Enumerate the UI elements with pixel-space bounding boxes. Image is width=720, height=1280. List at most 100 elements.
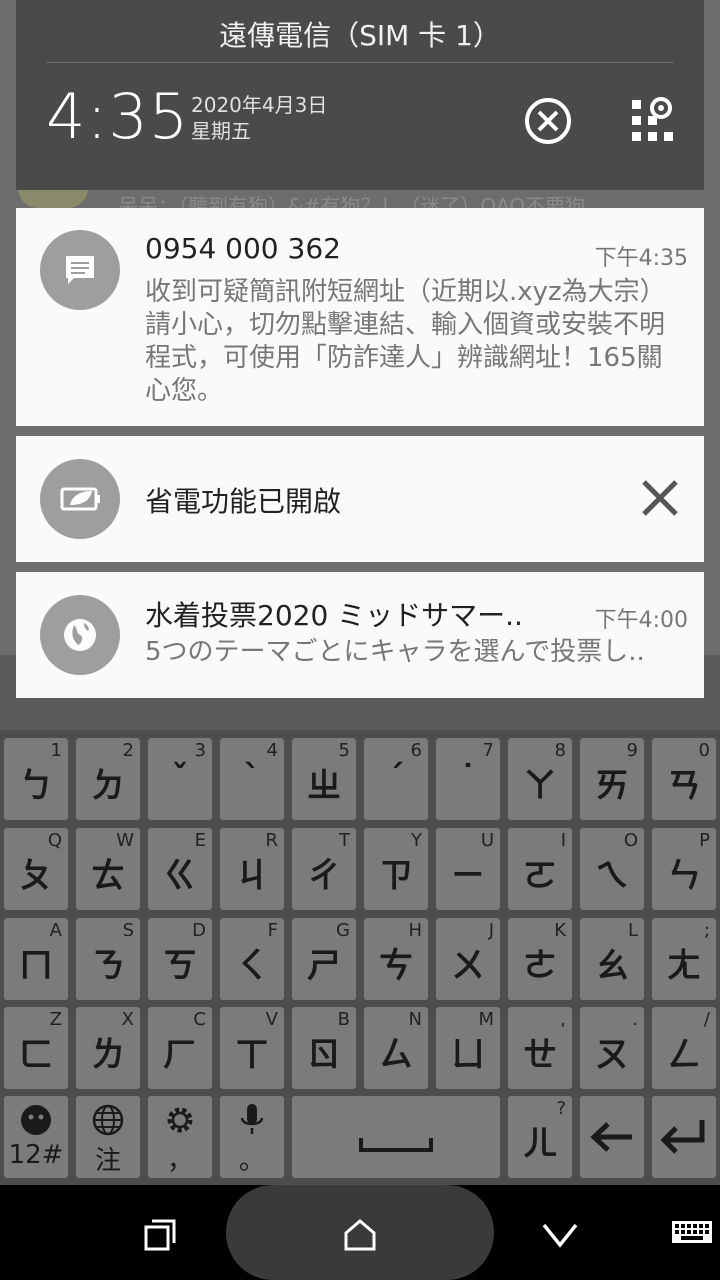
back-button[interactable] — [540, 1215, 580, 1255]
key-7[interactable]: ˙ 7 — [436, 738, 500, 820]
key-hint: 4 — [266, 740, 278, 761]
key-P[interactable]: ㄣP — [652, 828, 716, 910]
key-A[interactable]: ㄇA — [4, 918, 68, 1000]
quick-settings-button[interactable] — [628, 96, 678, 146]
key-label: ㄞ — [595, 766, 629, 806]
voice-input-key[interactable]: 。 — [220, 1096, 284, 1178]
key-V[interactable]: ㄒV — [220, 1007, 284, 1089]
keyboard-switch-button[interactable] — [670, 1215, 714, 1255]
recents-button[interactable] — [140, 1215, 180, 1255]
notification-title: 省電功能已開啟 — [145, 485, 342, 518]
date-block[interactable]: 2020年4月3日 星期五 — [191, 92, 327, 144]
key-M[interactable]: ㄩM — [436, 1007, 500, 1089]
key-4[interactable]: ˋ4 — [220, 738, 284, 820]
key-I[interactable]: ㄛI — [508, 828, 572, 910]
key-3[interactable]: ˇ3 — [148, 738, 212, 820]
emoji-key[interactable]: 12# — [4, 1096, 68, 1178]
key-hint: Y — [411, 830, 422, 851]
key-0[interactable]: ㄢ0 — [652, 738, 716, 820]
key-G[interactable]: ㄕG — [292, 918, 356, 1000]
quick-settings-grid-icon — [632, 97, 673, 141]
key-/[interactable]: ㄥ / — [652, 1007, 716, 1089]
key-hint: . — [632, 1009, 638, 1030]
notification-power-saving[interactable]: 省電功能已開啟 — [16, 436, 704, 562]
key-8[interactable]: ㄚ8 — [508, 738, 572, 820]
key-label: ㄛ — [523, 856, 557, 896]
key-label: ㄟ — [595, 856, 629, 896]
key-;[interactable]: ㄤ; — [652, 918, 716, 1000]
key-label: ㄠ — [595, 946, 629, 986]
key-hint: M — [478, 1009, 494, 1030]
key-K[interactable]: ㄜK — [508, 918, 572, 1000]
backspace-key[interactable] — [580, 1096, 644, 1178]
key-hint: R — [265, 830, 278, 851]
key-5[interactable]: ㄓ5 — [292, 738, 356, 820]
notification-game[interactable]: 水着投票2020 ミッドサマー.. 下午4:00 5つのテーマごとにキャラを選ん… — [16, 572, 704, 698]
key-Z[interactable]: ㄈZ — [4, 1007, 68, 1089]
key-.[interactable]: ㄡ. — [580, 1007, 644, 1089]
key-9[interactable]: ㄞ9 — [580, 738, 644, 820]
key-label: ㄑ — [235, 946, 269, 986]
key-hint: Q — [47, 830, 62, 851]
key-C[interactable]: ㄏC — [148, 1007, 212, 1089]
key-label: ㄍ — [163, 856, 197, 896]
key-E[interactable]: ㄍE — [148, 828, 212, 910]
key-hint: 3 — [194, 740, 206, 761]
key-label: ㄡ — [595, 1035, 629, 1075]
notification-sms[interactable]: 0954 000 362 下午4:35 收到可疑簡訊附短網址（近期以.xyz為大… — [16, 208, 704, 426]
key-W[interactable]: ㄊW — [76, 828, 140, 910]
navigation-bar — [0, 1185, 720, 1280]
dismiss-button[interactable] — [638, 476, 682, 520]
key-label: ㄨ — [451, 946, 485, 986]
key-F[interactable]: ㄑF — [220, 918, 284, 1000]
key-hint: 8 — [554, 740, 566, 761]
key-X[interactable]: ㄌX — [76, 1007, 140, 1089]
home-button[interactable] — [340, 1215, 380, 1255]
key-T[interactable]: ㄔT — [292, 828, 356, 910]
key-L[interactable]: ㄠL — [580, 918, 644, 1000]
close-icon — [642, 480, 678, 516]
key-hint: N — [408, 1009, 422, 1030]
key-6[interactable]: ˊ6 — [364, 738, 428, 820]
language-key[interactable]: 注 — [76, 1096, 140, 1178]
key-J[interactable]: ㄨJ — [436, 918, 500, 1000]
key-1[interactable]: ㄅ1 — [4, 738, 68, 820]
date-label: 2020年4月3日 — [191, 93, 328, 117]
space-key[interactable] — [292, 1096, 500, 1178]
key-Y[interactable]: ㄗY — [364, 828, 428, 910]
key-label: ㄧ — [451, 856, 485, 896]
weekday-label: 星期五 — [191, 119, 251, 143]
key-hint: X — [121, 1009, 134, 1030]
key-hint: 2 — [122, 740, 134, 761]
key-R[interactable]: ㄐR — [220, 828, 284, 910]
recents-icon — [144, 1219, 176, 1251]
key-N[interactable]: ㄙN — [364, 1007, 428, 1089]
key-S[interactable]: ㄋS — [76, 918, 140, 1000]
emoji-icon — [21, 1105, 51, 1135]
backspace-icon — [590, 1122, 632, 1152]
key-er[interactable]: ㄦ ? — [508, 1096, 572, 1178]
key-B[interactable]: ㄖB — [292, 1007, 356, 1089]
key-H[interactable]: ㄘH — [364, 918, 428, 1000]
key-hint: 1 — [50, 740, 62, 761]
key-D[interactable]: ㄎD — [148, 918, 212, 1000]
key-hint: 0 — [698, 740, 710, 761]
carrier-label: 遠傳電信（SIM 卡 1） — [219, 19, 501, 52]
key-label: ㄋ — [91, 946, 125, 986]
key-label: ˋ — [243, 758, 261, 798]
message-icon — [66, 256, 94, 284]
clear-all-button[interactable] — [523, 96, 573, 146]
clock[interactable]: 4:35 — [46, 80, 189, 153]
key-Q[interactable]: ㄆQ — [4, 828, 68, 910]
key-,[interactable]: ㄝ, — [508, 1007, 572, 1089]
notification-time: 下午4:35 — [594, 246, 688, 271]
keyboard-settings-key[interactable]: ， — [148, 1096, 212, 1178]
key-label: ㄐ — [235, 856, 269, 896]
enter-key[interactable] — [652, 1096, 716, 1178]
notification-app-icon — [40, 459, 120, 539]
key-2[interactable]: ㄉ2 — [76, 738, 140, 820]
key-hint: 6 — [410, 740, 422, 761]
key-O[interactable]: ㄟO — [580, 828, 644, 910]
key-U[interactable]: ㄧU — [436, 828, 500, 910]
language-key-sublabel: 注 — [94, 1146, 121, 1176]
